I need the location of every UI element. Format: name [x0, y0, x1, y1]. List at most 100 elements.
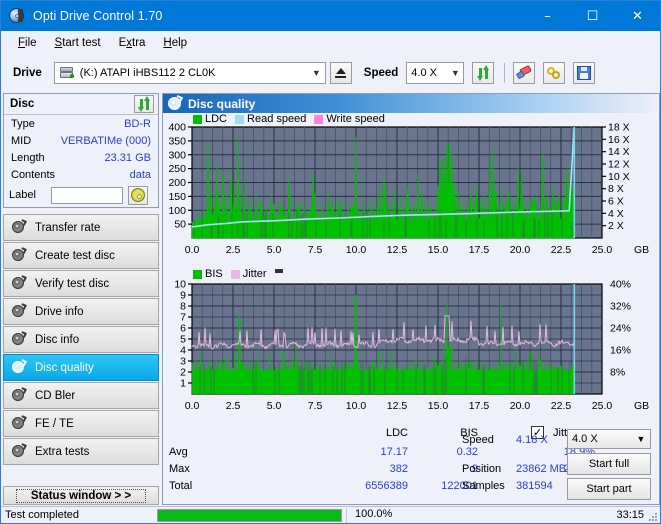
navigation-list: Transfer rate Create test disc Verify te… [3, 214, 159, 465]
statistics-panel: LDC BIS ✓ Jitter Avg 17.17 0.32 18.9% Ma… [163, 424, 659, 504]
nav-item-cd-bler-label: CD Bler [35, 389, 76, 402]
tools-button[interactable] [543, 62, 566, 84]
toolbar-separator [504, 63, 506, 83]
menu-file[interactable]: File [9, 34, 46, 52]
svg-text:8: 8 [180, 301, 186, 313]
start-part-button[interactable]: Start part [567, 478, 651, 500]
svg-text:17.5: 17.5 [469, 400, 490, 412]
drive-select[interactable]: (K:) ATAPI iHBS112 2 CL0K ▼ [53, 62, 326, 84]
svg-text:200: 200 [168, 177, 186, 189]
disc-row-mid-value: VERBATIMe (000) [60, 134, 151, 147]
refresh-icon [476, 64, 491, 81]
legend-swatch-ldc [193, 114, 202, 124]
nav-item-disc-info[interactable]: Disc info [3, 326, 159, 353]
nav-item-disc-quality[interactable]: Disc quality [3, 354, 159, 381]
menu-help-label: elp [171, 36, 188, 49]
disc-row-type: Type BD-R [4, 115, 158, 132]
app-disc-icon [9, 8, 25, 24]
svg-text:12 X: 12 X [608, 159, 630, 171]
legend-swatch-marker [274, 269, 283, 273]
menu-bar: File Start test Extra Help [1, 31, 660, 54]
position-stat-label: Position [462, 463, 502, 475]
svg-text:10.0: 10.0 [346, 244, 367, 256]
stats-avg-bis: 0.32 [456, 446, 478, 458]
stats-header-ldc: LDC [385, 427, 408, 439]
nav-item-disc-info-label: Disc info [35, 333, 80, 346]
progress-bar [157, 508, 342, 522]
legend-item-write-speed: Write speed [314, 113, 385, 125]
resize-grip[interactable] [648, 512, 658, 522]
maximize-button[interactable]: ☐ [570, 1, 615, 31]
svg-text:32%: 32% [610, 301, 631, 313]
svg-text:15.0: 15.0 [428, 400, 449, 412]
svg-text:4 X: 4 X [608, 208, 624, 220]
minimize-button[interactable]: – [525, 1, 570, 31]
nav-item-transfer-rate[interactable]: Transfer rate [3, 214, 159, 241]
eraser-icon [516, 64, 533, 80]
legend-label-bis: BIS [205, 268, 223, 280]
cd-icon [131, 188, 145, 202]
bis-chart: BIS Jitter 1 2 3 4 5 6 7 8 9 10 8% 16% 24% 32% 40% 0.0 2… [163, 268, 659, 424]
svg-text:3: 3 [180, 356, 186, 368]
close-button[interactable]: ✕ [615, 1, 660, 31]
speed-stat-label: Speed [462, 434, 494, 446]
disc-label-row: Label [4, 183, 158, 207]
menu-file-label: ile [25, 36, 37, 49]
svg-text:4: 4 [180, 345, 186, 357]
disc-label-button[interactable] [128, 185, 148, 205]
test-speed-select[interactable]: 4.0 X ▼ [567, 429, 651, 449]
disc-icon [11, 246, 27, 264]
legend-label-jitter: Jitter [242, 268, 267, 280]
menu-help[interactable]: Help [154, 34, 196, 52]
disc-quality-icon [168, 94, 183, 111]
disc-row-type-value: BD-R [124, 117, 151, 130]
eject-button[interactable] [329, 62, 352, 84]
content-header: Disc quality [163, 94, 659, 113]
drive-icon [59, 66, 75, 80]
nav-item-drive-info[interactable]: Drive info [3, 298, 159, 325]
svg-text:20.0: 20.0 [510, 244, 531, 256]
legend-swatch-jitter [230, 269, 240, 279]
nav-item-verify-test-disc[interactable]: Verify test disc [3, 270, 159, 297]
bis-chart-legend: BIS Jitter [193, 268, 294, 280]
nav-item-extra-tests[interactable]: Extra tests [3, 438, 159, 465]
svg-text:7: 7 [180, 312, 186, 324]
title-bar: Opti Drive Control 1.70 – ☐ ✕ [1, 1, 660, 31]
menu-start-test[interactable]: Start test [46, 34, 110, 52]
stats-row-avg-label: Avg [169, 446, 188, 458]
status-window-button[interactable]: Status window > > [3, 486, 159, 505]
nav-item-create-test-disc-label: Create test disc [35, 249, 115, 262]
svg-text:10.0: 10.0 [346, 400, 367, 412]
svg-text:18 X: 18 X [608, 122, 630, 134]
svg-text:8%: 8% [610, 367, 625, 379]
svg-text:25.0: 25.0 [592, 400, 613, 412]
refresh-button[interactable] [472, 62, 495, 84]
svg-text:16%: 16% [610, 345, 631, 357]
save-button[interactable] [573, 62, 596, 84]
nav-item-drive-info-label: Drive info [35, 305, 84, 318]
svg-text:1: 1 [180, 378, 186, 390]
start-full-button[interactable]: Start full [567, 453, 651, 475]
ldc-chart: LDC Read speed Write speed 50 100 150 200 25… [163, 113, 659, 268]
disc-row-contents: Contents data [4, 166, 158, 183]
legend-swatch-bis [193, 269, 202, 279]
nav-item-disc-quality-label: Disc quality [35, 361, 94, 374]
menu-extra[interactable]: Extra [110, 34, 155, 52]
svg-text:10: 10 [174, 279, 186, 291]
erase-button[interactable] [513, 62, 536, 84]
disc-label-input[interactable] [51, 186, 123, 204]
svg-text:2.5: 2.5 [226, 400, 241, 412]
disc-icon [11, 302, 27, 320]
svg-text:350: 350 [168, 135, 186, 147]
content-panel: Disc quality LDC Read speed Write speed … [162, 93, 660, 505]
elapsed-time: 33:15 [616, 509, 644, 521]
svg-text:40%: 40% [610, 279, 631, 291]
nav-item-verify-test-disc-label: Verify test disc [35, 277, 110, 290]
speed-select[interactable]: 4.0 X ▼ [406, 62, 465, 84]
disc-icon [11, 414, 27, 432]
nav-item-cd-bler[interactable]: CD Bler [3, 382, 159, 409]
disc-refresh-button[interactable] [134, 95, 154, 113]
nav-item-create-test-disc[interactable]: Create test disc [3, 242, 159, 269]
nav-item-fe-te[interactable]: FE / TE [3, 410, 159, 437]
svg-text:10 X: 10 X [608, 171, 630, 183]
